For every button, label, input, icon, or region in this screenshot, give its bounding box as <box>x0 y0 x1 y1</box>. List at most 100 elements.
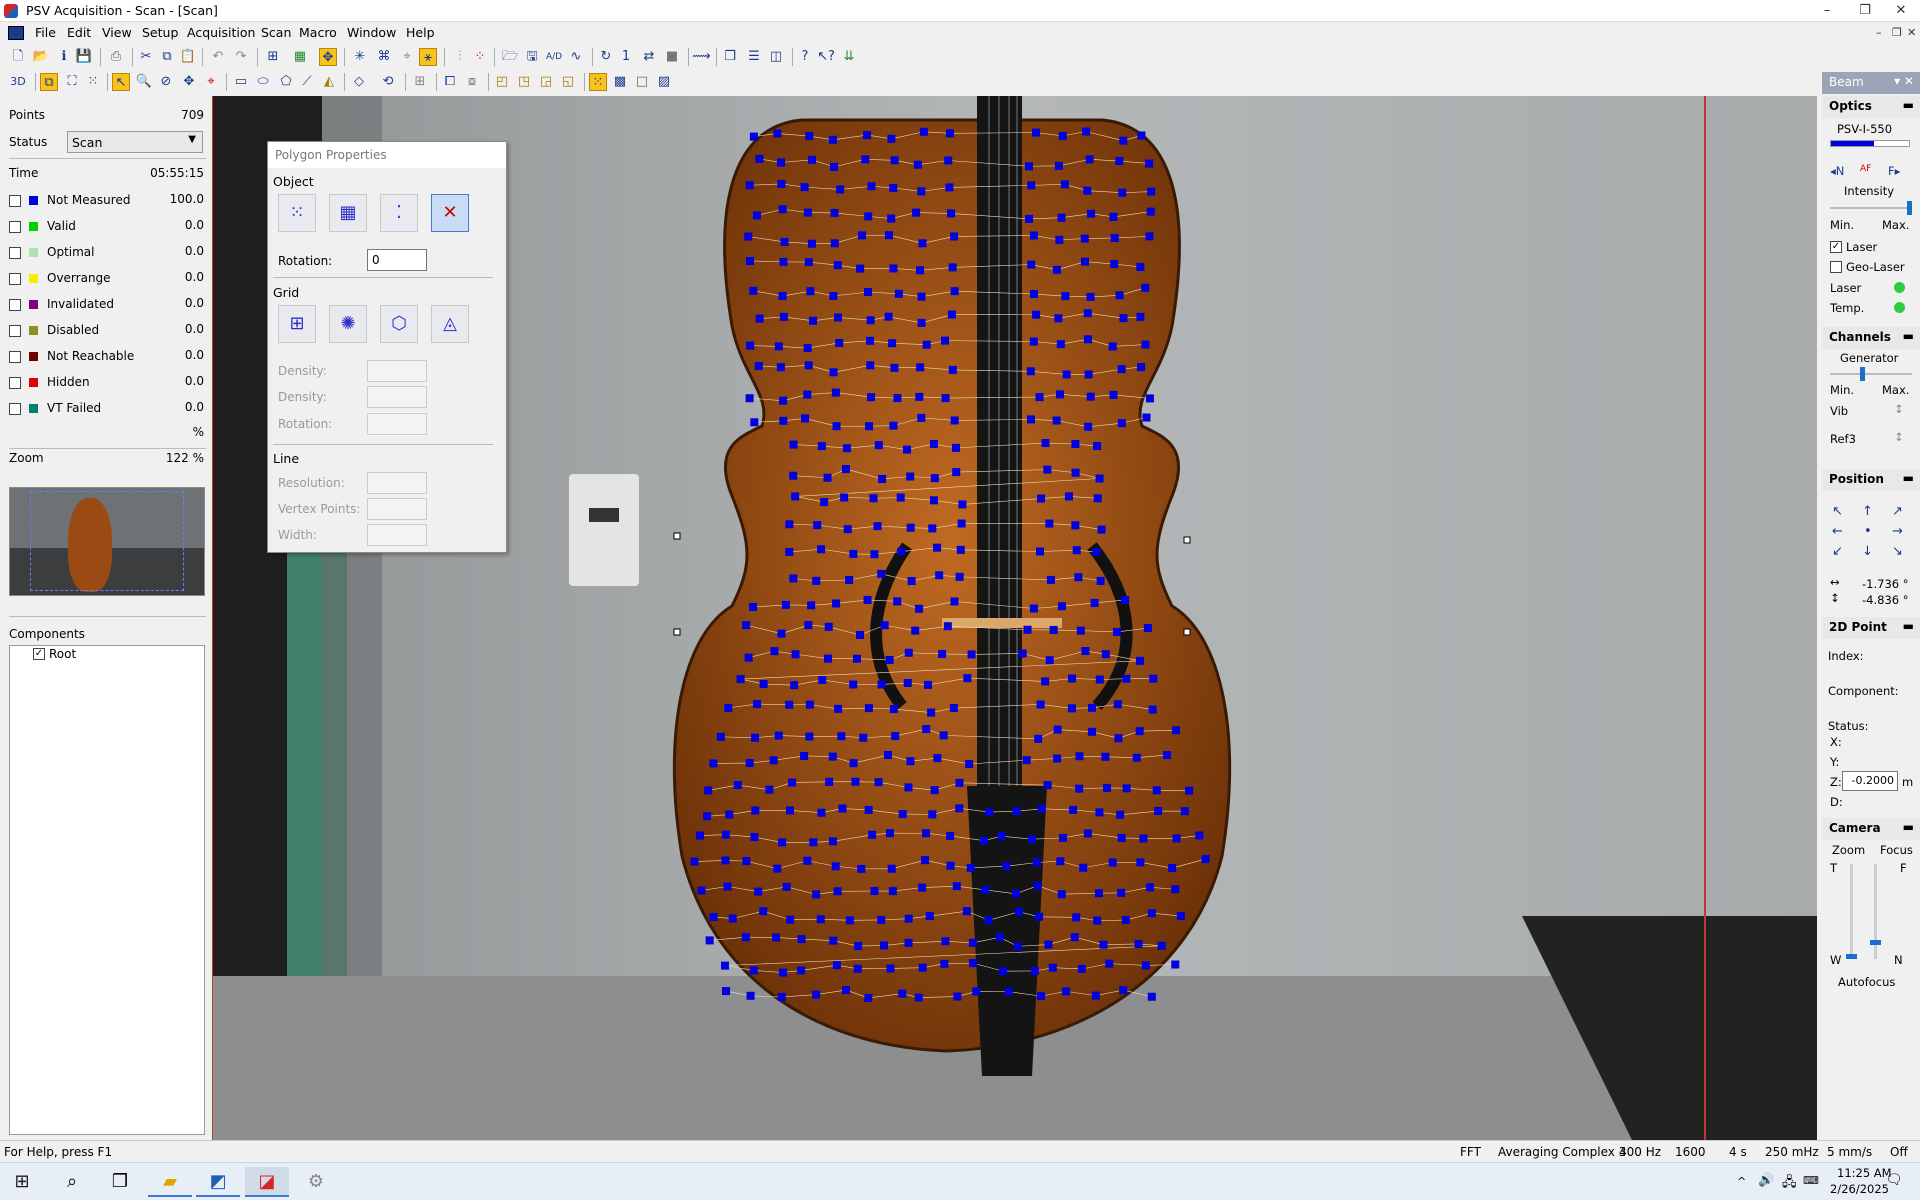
scan-point[interactable] <box>1087 727 1096 736</box>
scan-point[interactable] <box>755 154 764 163</box>
scan-point[interactable] <box>1072 546 1081 555</box>
autofocus-label[interactable]: Autofocus <box>1838 975 1895 989</box>
position-arrow-pad[interactable]: ↖ ↑ ↗ ← • → ↙ ↓ ↘ <box>1832 504 1908 564</box>
scan-point[interactable] <box>928 810 937 819</box>
scan-point[interactable] <box>1137 131 1146 140</box>
open-icon[interactable]: 📂 <box>32 48 50 66</box>
legend-checkbox[interactable] <box>9 221 21 233</box>
scan-point[interactable] <box>948 263 957 272</box>
scan-point[interactable] <box>838 804 847 813</box>
scan-point[interactable] <box>927 708 936 717</box>
scan-point[interactable] <box>1152 786 1161 795</box>
scan-point[interactable] <box>781 600 790 609</box>
fill-icon[interactable]: ◭ <box>320 73 338 91</box>
frame-icon[interactable]: ⛶ <box>63 73 81 91</box>
scan-point[interactable] <box>1135 656 1144 665</box>
scan-point[interactable] <box>1171 960 1180 969</box>
scan-point[interactable] <box>930 786 939 795</box>
scan-point[interactable] <box>893 394 902 403</box>
scan-point[interactable] <box>972 987 981 996</box>
scan-point[interactable] <box>788 778 797 787</box>
scan-point[interactable] <box>1122 784 1131 793</box>
scan-point[interactable] <box>778 292 787 301</box>
scan-point[interactable] <box>754 887 763 896</box>
scan-point[interactable] <box>997 832 1006 841</box>
scan-point[interactable] <box>1018 649 1027 658</box>
object-grid-button[interactable]: ▦ <box>329 194 367 232</box>
scan-point[interactable] <box>1119 314 1128 323</box>
context-help-icon[interactable]: ↖? <box>817 48 835 66</box>
scan-point[interactable] <box>749 286 758 295</box>
scan-point[interactable] <box>1034 734 1043 743</box>
scan-point[interactable] <box>817 442 826 451</box>
scan-point[interactable] <box>884 751 893 760</box>
scan-point[interactable] <box>920 856 929 865</box>
scan-point[interactable] <box>842 444 851 453</box>
scan-point[interactable] <box>1149 674 1158 683</box>
scan-point[interactable] <box>789 471 798 480</box>
scan-point[interactable] <box>831 388 840 397</box>
scan-point[interactable] <box>917 187 926 196</box>
scan-point[interactable] <box>929 496 938 505</box>
start-button[interactable]: ⊞ <box>0 1167 44 1197</box>
resolution-input[interactable] <box>367 472 427 494</box>
scan-point[interactable] <box>755 314 764 323</box>
scan-point[interactable] <box>828 135 837 144</box>
scan-point[interactable] <box>867 393 876 402</box>
scan-point[interactable] <box>949 704 958 713</box>
scan-point[interactable] <box>1136 263 1145 272</box>
scan-point[interactable] <box>1101 650 1110 659</box>
scan-point[interactable] <box>903 678 912 687</box>
scan-point[interactable] <box>805 132 814 141</box>
scan-point[interactable] <box>904 648 913 657</box>
scan-point[interactable] <box>1171 885 1180 894</box>
scan-point[interactable] <box>887 864 896 873</box>
scan-point[interactable] <box>1147 992 1156 1001</box>
scan-point[interactable] <box>1069 805 1078 814</box>
scan-point[interactable] <box>1052 265 1061 274</box>
scan-point[interactable] <box>889 705 898 714</box>
scan-point[interactable] <box>1172 834 1181 843</box>
scan-point[interactable] <box>916 363 925 372</box>
scan-point[interactable] <box>915 604 924 613</box>
scan-point[interactable] <box>1032 858 1041 867</box>
restore-button[interactable]: ❐ <box>1848 0 1882 22</box>
mesh-active-icon[interactable]: ⚹ <box>419 48 437 66</box>
taskbar-file-explorer[interactable]: ▰ <box>148 1167 192 1197</box>
scan-point[interactable] <box>962 907 971 916</box>
geo-laser-checkbox[interactable] <box>1830 261 1842 273</box>
scan-point[interactable] <box>817 808 826 817</box>
scan-point[interactable] <box>801 414 810 423</box>
scan-point[interactable] <box>1011 889 1020 898</box>
scan-point[interactable] <box>1059 833 1068 842</box>
scan-point[interactable] <box>849 549 858 558</box>
scan-point[interactable] <box>830 239 839 248</box>
ref3-scale-icon[interactable]: ↕ <box>1894 430 1904 444</box>
scan-point[interactable] <box>753 700 762 709</box>
scan-point[interactable] <box>744 653 753 662</box>
object-points-button[interactable]: ⁙ <box>278 194 316 232</box>
scan-point[interactable] <box>1091 991 1100 1000</box>
scan-point[interactable] <box>703 812 712 821</box>
scan-point[interactable] <box>754 362 763 371</box>
scan-point[interactable] <box>1035 912 1044 921</box>
scan-point[interactable] <box>1057 213 1066 222</box>
scan-point[interactable] <box>865 422 874 431</box>
scan-point[interactable] <box>791 650 800 659</box>
scan-point[interactable] <box>1044 940 1053 949</box>
scan-point[interactable] <box>716 732 725 741</box>
collapse-icon[interactable]: ▬ <box>1903 329 1914 343</box>
scan-point[interactable] <box>922 725 931 734</box>
scan-point[interactable] <box>842 986 851 995</box>
scan-point[interactable] <box>1032 128 1041 137</box>
scan-point[interactable] <box>1094 889 1103 898</box>
continuous-icon[interactable]: ⇄ <box>640 48 658 66</box>
scan-point[interactable] <box>1087 209 1096 218</box>
dots-grid-icon[interactable]: ⁙ <box>84 73 102 91</box>
scan-point[interactable] <box>918 883 927 892</box>
generator-slider[interactable] <box>1830 367 1912 381</box>
scan-point[interactable] <box>1080 234 1089 243</box>
scan-point[interactable] <box>1141 340 1150 349</box>
scan-point[interactable] <box>816 915 825 924</box>
scan-point[interactable] <box>845 576 854 585</box>
